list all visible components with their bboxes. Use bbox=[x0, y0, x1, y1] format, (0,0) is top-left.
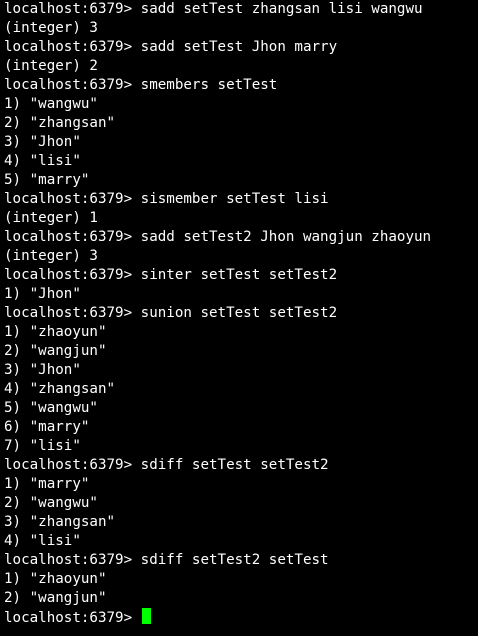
output-line: 3) "Jhon" bbox=[4, 134, 81, 150]
terminal-output: localhost:6379> sadd setTest zhangsan li… bbox=[4, 0, 478, 608]
command-line: localhost:6379> sinter setTest setTest2 bbox=[4, 267, 338, 283]
output-line: 1) "marry" bbox=[4, 476, 90, 492]
output-line: 3) "zhangsan" bbox=[4, 514, 116, 530]
output-line: 4) "zhangsan" bbox=[4, 381, 116, 397]
output-line: 1) "zhaoyun" bbox=[4, 571, 107, 587]
command-line: localhost:6379> smembers setTest bbox=[4, 77, 278, 93]
command-line: localhost:6379> sismember setTest lisi bbox=[4, 191, 329, 207]
output-line: 3) "Jhon" bbox=[4, 362, 81, 378]
output-line: (integer) 3 bbox=[4, 248, 98, 264]
output-line: 2) "zhangsan" bbox=[4, 115, 116, 131]
output-line: 5) "wangwu" bbox=[4, 400, 98, 416]
active-prompt-line[interactable]: localhost:6379> bbox=[4, 608, 478, 627]
output-line: 2) "wangjun" bbox=[4, 590, 107, 606]
output-line: 1) "zhaoyun" bbox=[4, 324, 107, 340]
command-line: localhost:6379> sdiff setTest2 setTest bbox=[4, 552, 329, 568]
output-line: (integer) 1 bbox=[4, 210, 98, 226]
output-line: (integer) 2 bbox=[4, 58, 98, 74]
output-line: 2) "wangwu" bbox=[4, 495, 98, 511]
prompt: localhost:6379> bbox=[4, 610, 141, 626]
output-line: 5) "marry" bbox=[4, 172, 90, 188]
output-line: 2) "wangjun" bbox=[4, 343, 107, 359]
output-line: 1) "Jhon" bbox=[4, 286, 81, 302]
terminal-window[interactable]: localhost:6379> sadd setTest zhangsan li… bbox=[0, 0, 478, 636]
output-line: 4) "lisi" bbox=[4, 533, 81, 549]
output-line: 7) "lisi" bbox=[4, 438, 81, 454]
command-line: localhost:6379> sunion setTest setTest2 bbox=[4, 305, 338, 321]
output-line: 6) "marry" bbox=[4, 419, 90, 435]
command-line: localhost:6379> sadd setTest zhangsan li… bbox=[4, 1, 423, 17]
command-line: localhost:6379> sadd setTest Jhon marry bbox=[4, 39, 338, 55]
output-line: (integer) 3 bbox=[4, 20, 98, 36]
output-line: 1) "wangwu" bbox=[4, 96, 98, 112]
command-line: localhost:6379> sdiff setTest setTest2 bbox=[4, 457, 329, 473]
command-line: localhost:6379> sadd setTest2 Jhon wangj… bbox=[4, 229, 432, 245]
cursor-block bbox=[141, 608, 151, 624]
output-line: 4) "lisi" bbox=[4, 153, 81, 169]
